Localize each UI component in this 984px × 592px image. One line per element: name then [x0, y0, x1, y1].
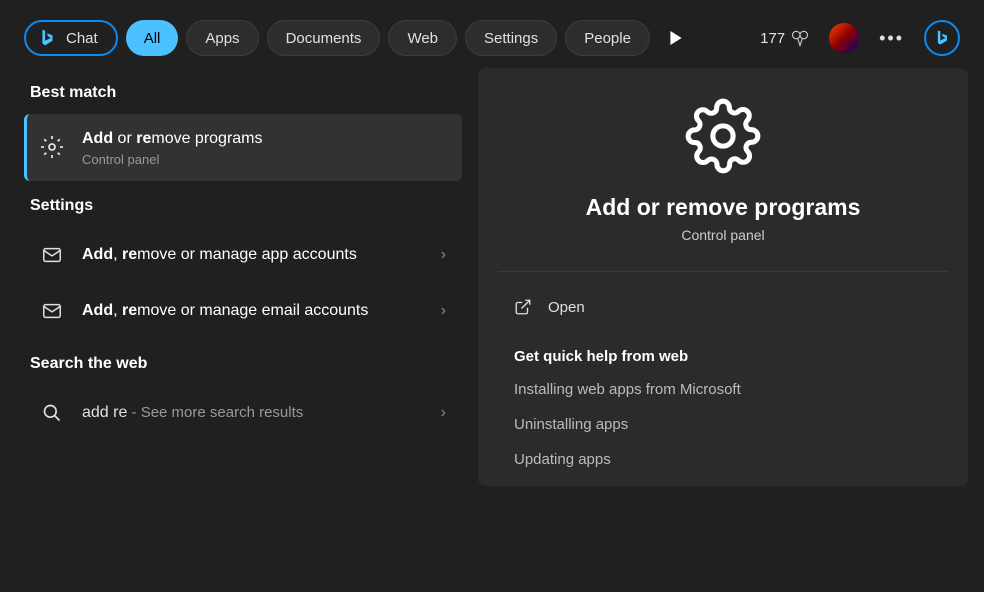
- gear-icon-large: [685, 98, 761, 174]
- more-menu[interactable]: •••: [879, 28, 904, 49]
- open-icon: [514, 298, 532, 316]
- detail-panel: Add or remove programs Control panel Ope…: [478, 68, 968, 486]
- user-avatar[interactable]: [829, 23, 859, 53]
- chat-label: Chat: [66, 30, 98, 47]
- web-heading: Search the web: [30, 355, 462, 373]
- help-link-update[interactable]: Updating apps: [514, 451, 932, 468]
- search-icon: [38, 399, 66, 427]
- more-tabs-button[interactable]: [658, 20, 694, 56]
- open-label: Open: [548, 299, 585, 316]
- best-match-heading: Best match: [30, 84, 462, 102]
- play-icon: [669, 31, 683, 45]
- web-search-item[interactable]: add re - See more search results ›: [24, 385, 462, 441]
- results-panel: Best match Add or remove programs Contro…: [16, 68, 462, 486]
- chevron-right-icon: ›: [441, 246, 446, 264]
- gear-icon: [38, 133, 66, 161]
- rewards-icon: [791, 29, 809, 47]
- mail-icon: [38, 241, 66, 269]
- result-subtitle: Control panel: [82, 152, 446, 167]
- web-query: add re - See more search results: [82, 402, 425, 424]
- result-title: Add, remove or manage app accounts: [82, 244, 425, 266]
- tab-all[interactable]: All: [126, 20, 179, 56]
- tab-people[interactable]: People: [565, 20, 650, 56]
- best-match-item[interactable]: Add or remove programs Control panel: [24, 114, 462, 181]
- settings-item-app-accounts[interactable]: Add, remove or manage app accounts ›: [24, 227, 462, 283]
- header-tabs: Chat All Apps Documents Web Settings Peo…: [0, 0, 984, 68]
- help-link-uninstall[interactable]: Uninstalling apps: [514, 416, 932, 433]
- settings-heading: Settings: [30, 197, 462, 215]
- tab-web[interactable]: Web: [388, 20, 457, 56]
- detail-subtitle: Control panel: [681, 227, 764, 243]
- chevron-right-icon: ›: [441, 302, 446, 320]
- bing-icon: [932, 28, 952, 48]
- settings-item-email-accounts[interactable]: Add, remove or manage email accounts ›: [24, 283, 462, 339]
- bing-icon: [36, 27, 58, 49]
- help-link-install[interactable]: Installing web apps from Microsoft: [514, 381, 932, 398]
- open-action[interactable]: Open: [514, 294, 932, 320]
- tab-settings[interactable]: Settings: [465, 20, 557, 56]
- rewards-points[interactable]: 177: [760, 29, 809, 47]
- mail-icon: [38, 297, 66, 325]
- tab-apps[interactable]: Apps: [186, 20, 258, 56]
- help-heading: Get quick help from web: [514, 348, 932, 365]
- tab-documents[interactable]: Documents: [267, 20, 381, 56]
- chat-pill[interactable]: Chat: [24, 20, 118, 56]
- bing-chat-button[interactable]: [924, 20, 960, 56]
- result-title: Add, remove or manage email accounts: [82, 300, 425, 322]
- result-title: Add or remove programs: [82, 128, 446, 150]
- detail-title: Add or remove programs: [586, 194, 861, 221]
- chevron-right-icon: ›: [441, 404, 446, 422]
